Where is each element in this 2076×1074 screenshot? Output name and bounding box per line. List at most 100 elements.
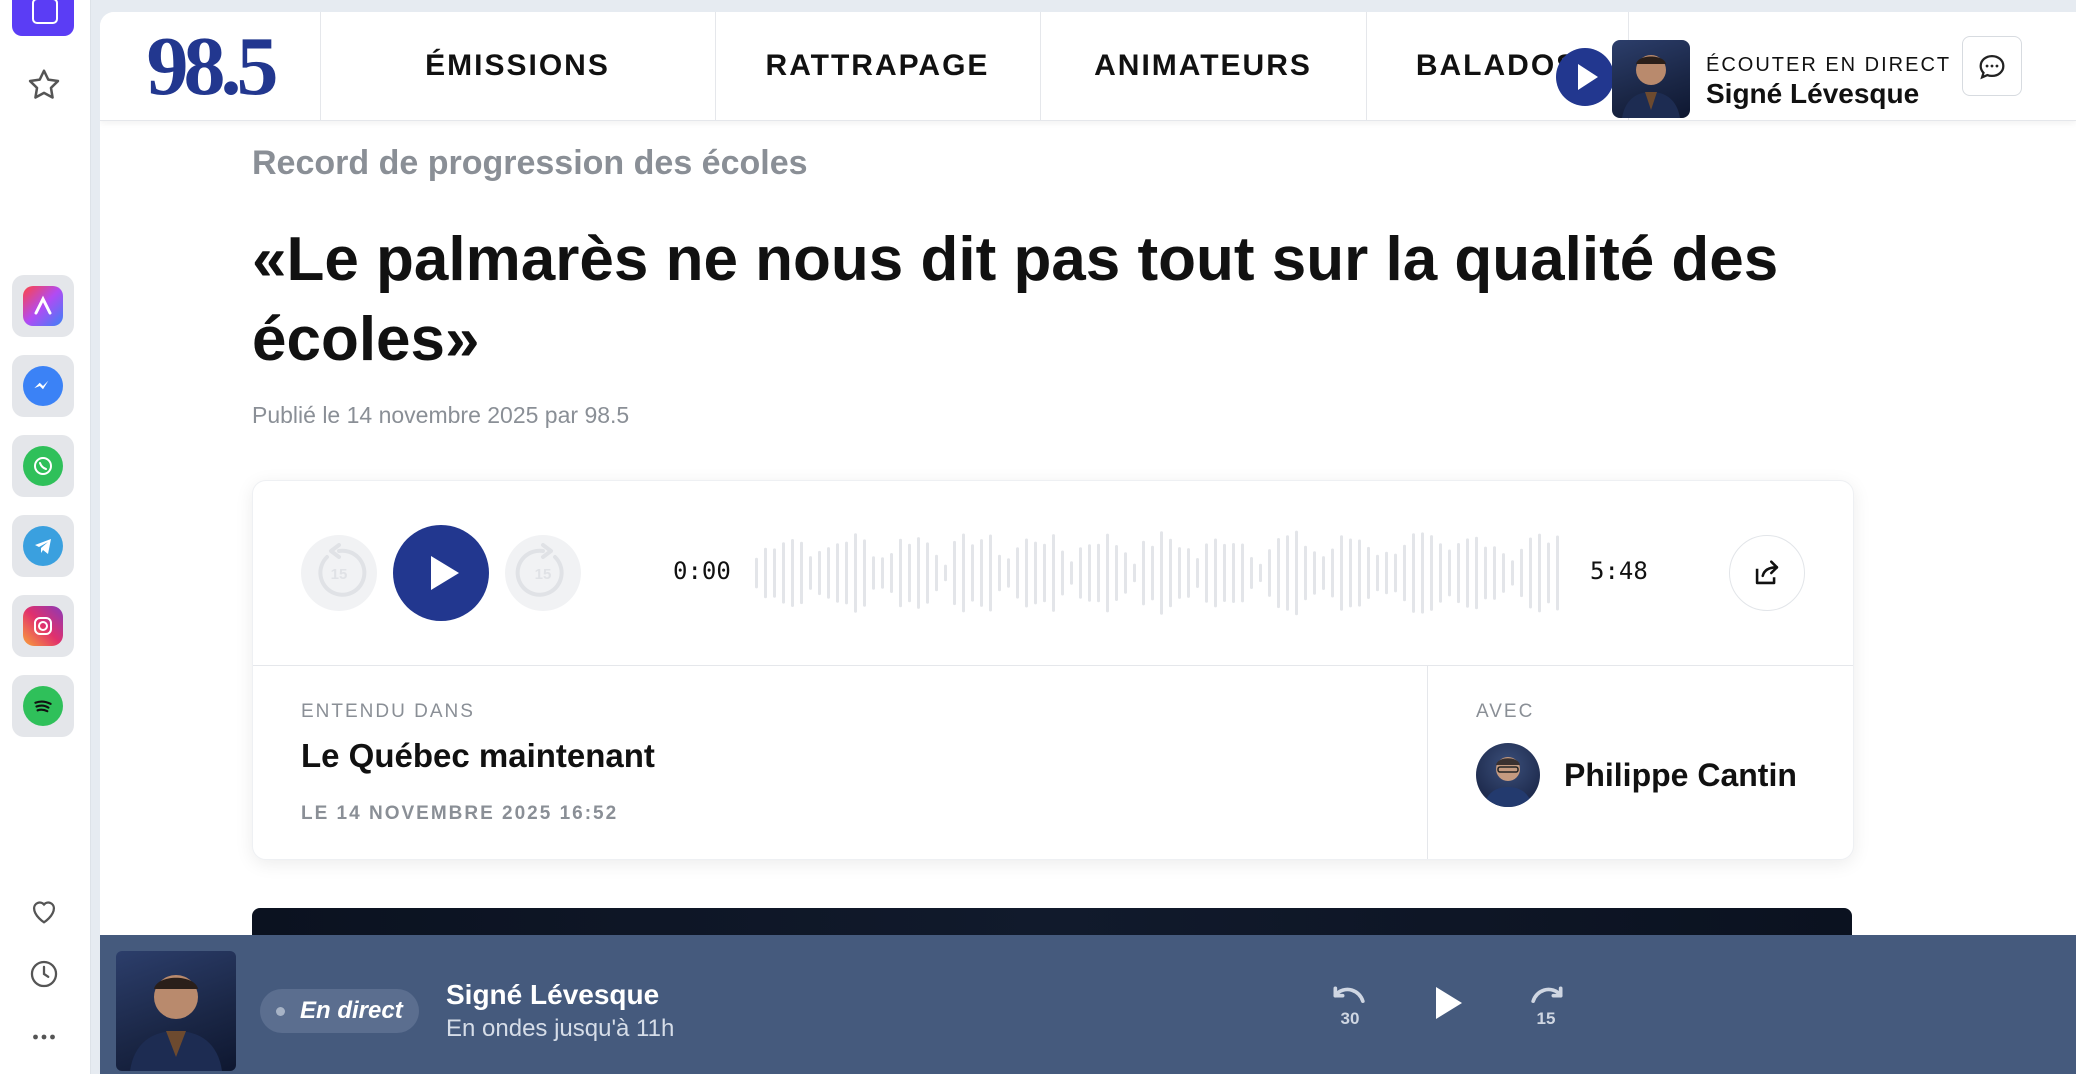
skip-back-button[interactable]: 15 — [301, 535, 377, 611]
site-logo[interactable]: 98.5 — [100, 12, 321, 120]
waveform-bar — [980, 539, 983, 607]
waveform-bar — [1025, 538, 1028, 608]
live-show-name[interactable]: Signé Lévesque — [1706, 78, 1919, 110]
waveform-bar — [1331, 548, 1334, 598]
waveform-bar — [908, 543, 911, 603]
waveform-bar — [1115, 545, 1118, 601]
waveform-bar — [1187, 548, 1190, 598]
audio-player-card: 15 15 0:00 5:48 ENTENDU DANS Le Québec m… — [252, 480, 1854, 860]
waveform-bar — [782, 542, 785, 604]
waveform-bar — [1466, 538, 1469, 608]
arc-app-icon[interactable] — [12, 275, 74, 337]
waveform-bar — [1421, 532, 1424, 614]
waveform-bar — [1511, 560, 1514, 586]
waveform-bar — [755, 557, 758, 589]
waveform-bar — [1448, 549, 1451, 597]
more-icon[interactable] — [23, 1016, 65, 1058]
waveform-bar — [1394, 553, 1397, 593]
waveform-bar — [1106, 533, 1109, 613]
telegram-icon[interactable] — [12, 515, 74, 577]
forward-15-icon: 15 — [515, 543, 564, 597]
waveform-bar — [1484, 546, 1487, 600]
browser-sidebar — [0, 0, 91, 1074]
host-avatar[interactable] — [1476, 743, 1540, 807]
waveform-bar — [1142, 540, 1145, 606]
waveform-bar — [1304, 545, 1307, 601]
waveform-bar — [1412, 533, 1415, 613]
waveform-bar — [764, 547, 767, 599]
waveform-bar — [899, 538, 902, 608]
skip-forward-button[interactable]: 15 — [505, 535, 581, 611]
waveform-bar — [809, 556, 812, 590]
waveform-bar — [773, 548, 776, 598]
live-host-thumbnail[interactable] — [116, 951, 236, 1071]
whatsapp-icon[interactable] — [12, 435, 74, 497]
chat-button[interactable] — [1962, 36, 2022, 96]
waveform-bar — [890, 553, 893, 593]
nav-rattrapage[interactable]: RATTRAPAGE — [715, 12, 1041, 120]
waveform-bar — [1529, 537, 1532, 609]
web-page: 98.5 ÉMISSIONS RATTRAPAGE ANIMATEURS BAL… — [100, 12, 2076, 1074]
host-name[interactable]: Philippe Cantin — [1564, 757, 1797, 794]
waveform-bar — [881, 557, 884, 589]
waveform-bar — [1151, 545, 1154, 601]
waveform-bar — [944, 564, 947, 582]
show-name[interactable]: Le Québec maintenant — [301, 737, 655, 775]
current-time: 0:00 — [673, 557, 731, 585]
live-bar-play-button[interactable] — [1418, 973, 1478, 1033]
waveform-bar — [1034, 541, 1037, 605]
rewind-30-button[interactable]: 30 — [1320, 973, 1380, 1033]
waveform-bar — [1457, 543, 1460, 604]
heard-in-section: ENTENDU DANS Le Québec maintenant LE 14 … — [253, 665, 1428, 859]
forward-15-button[interactable]: 15 — [1516, 973, 1576, 1033]
messenger-icon[interactable] — [12, 355, 74, 417]
live-play-button[interactable] — [1556, 48, 1614, 106]
chat-icon — [1979, 54, 2005, 80]
share-button[interactable] — [1729, 535, 1805, 611]
play-button[interactable] — [393, 525, 489, 621]
waveform-scrubber[interactable] — [753, 527, 1563, 619]
waveform-bar — [1205, 543, 1208, 603]
waveform-bar — [1124, 552, 1127, 594]
waveform-bar — [1295, 530, 1298, 616]
nav-emissions[interactable]: ÉMISSIONS — [320, 12, 716, 120]
waveform-bar — [1232, 543, 1235, 603]
waveform-bar — [1547, 542, 1550, 604]
waveform-bar — [1538, 533, 1541, 613]
waveform-bar — [1259, 563, 1262, 583]
waveform-bar — [818, 550, 821, 596]
audio-player: 15 15 0:00 5:48 — [253, 481, 1853, 666]
nav-animateurs[interactable]: ANIMATEURS — [1040, 12, 1367, 120]
instagram-icon[interactable] — [12, 595, 74, 657]
waveform-bar — [926, 542, 929, 604]
live-badge: En direct — [260, 989, 419, 1033]
waveform-bar — [872, 556, 875, 590]
waveform-bar — [1007, 558, 1010, 588]
waveform-bar — [827, 547, 830, 599]
waveform-bar — [836, 543, 839, 603]
waveform-bar — [1097, 543, 1100, 603]
waveform-bar — [1385, 551, 1388, 595]
with-label: AVEC — [1476, 701, 1535, 722]
episode-date: LE 14 NOVEMBRE 2025 16:52 — [301, 803, 619, 824]
star-icon[interactable] — [23, 64, 65, 106]
heart-icon[interactable] — [23, 890, 65, 932]
live-kicker: ÉCOUTER EN DIRECT — [1706, 54, 1952, 76]
history-icon[interactable] — [23, 953, 65, 995]
waveform-bar — [1475, 536, 1478, 610]
waveform-bar — [1313, 551, 1316, 595]
waveform-bar — [1196, 558, 1199, 588]
waveform-bar — [953, 540, 956, 606]
live-bar-title[interactable]: Signé Lévesque — [446, 979, 659, 1011]
waveform-bar — [1493, 546, 1496, 600]
waveform-bar — [791, 539, 794, 607]
workspace-icon[interactable] — [12, 0, 74, 36]
spotify-icon[interactable] — [12, 675, 74, 737]
waveform-bar — [1556, 535, 1559, 611]
host-section: AVEC Philippe Cantin — [1428, 665, 1853, 859]
live-host-photo — [1612, 40, 1690, 118]
waveform-bar — [1286, 535, 1289, 611]
waveform-bar — [1439, 543, 1442, 603]
site-header: 98.5 ÉMISSIONS RATTRAPAGE ANIMATEURS BAL… — [100, 12, 2076, 121]
waveform-bar — [1133, 563, 1136, 583]
